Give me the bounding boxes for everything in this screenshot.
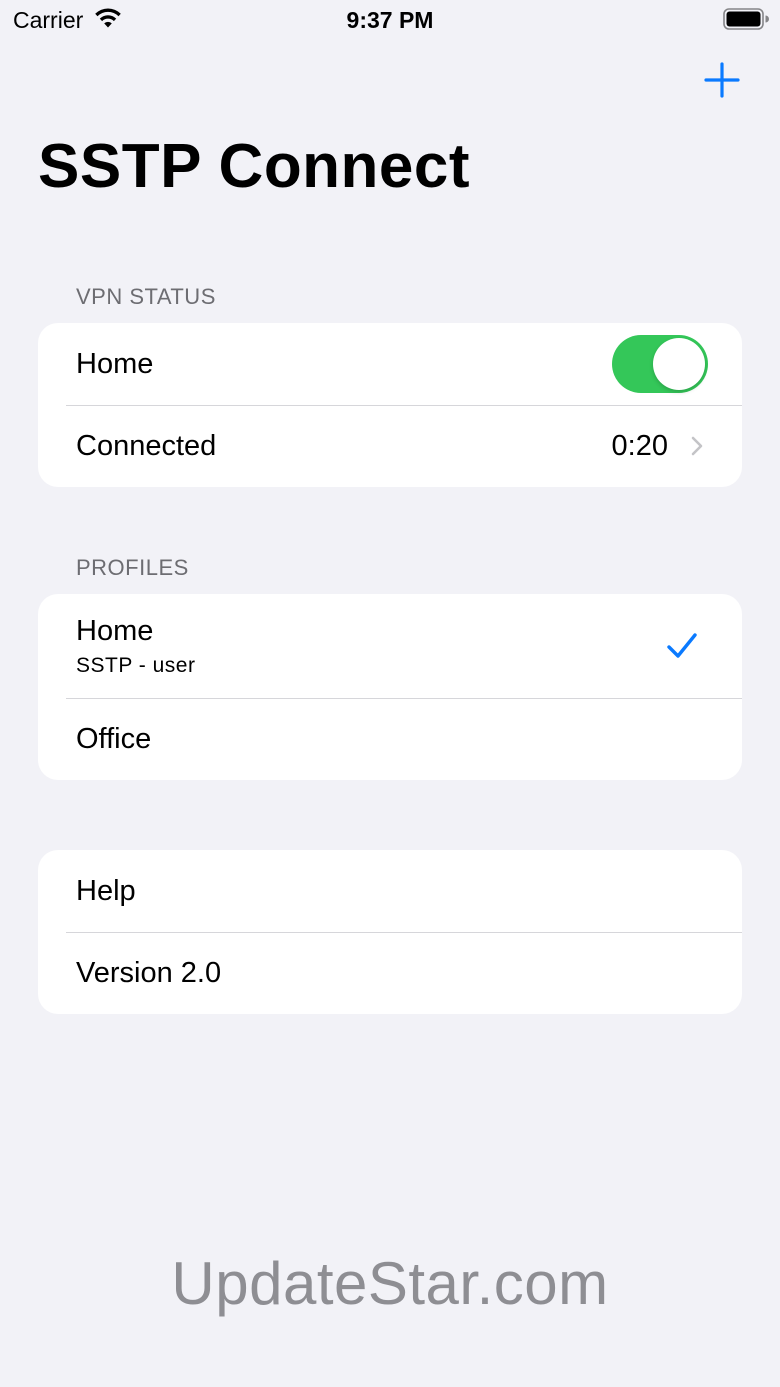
profile-name: Office [76, 723, 152, 755]
chevron-right-icon [691, 436, 703, 456]
profile-detail: SSTP - user [76, 654, 196, 677]
vpn-profile-name: Home [76, 348, 154, 380]
status-bar: Carrier 9:37 PM [0, 0, 780, 40]
help-label: Help [76, 875, 136, 907]
profiles-group: Home SSTP - user Office [38, 594, 742, 780]
plus-icon [704, 62, 740, 98]
toggle-knob [653, 338, 705, 390]
vpn-status-group: Home Connected 0:20 [38, 323, 742, 487]
battery-icon [723, 8, 769, 30]
connection-status-row[interactable]: Connected 0:20 [38, 405, 742, 487]
profiles-header: PROFILES [76, 555, 189, 580]
vpn-toggle[interactable] [612, 335, 708, 393]
vpn-profile-row: Home [38, 323, 742, 405]
connection-status-label: Connected [76, 430, 217, 462]
checkmark-icon [667, 633, 697, 658]
about-group: Help Version 2.0 [38, 850, 742, 1014]
profile-item-home[interactable]: Home SSTP - user [38, 594, 742, 698]
add-profile-button[interactable] [700, 58, 744, 102]
connection-duration: 0:20 [611, 430, 668, 462]
vpn-status-header: VPN STATUS [76, 284, 216, 309]
status-time: 9:37 PM [346, 7, 434, 33]
page-title: SSTP Connect [38, 132, 471, 201]
profile-item-office[interactable]: Office [38, 698, 742, 780]
help-row[interactable]: Help [38, 850, 742, 932]
profile-name: Home [76, 615, 154, 647]
version-row: Version 2.0 [38, 932, 742, 1014]
watermark: UpdateStar.com [171, 1250, 609, 1317]
version-label: Version 2.0 [76, 957, 222, 989]
